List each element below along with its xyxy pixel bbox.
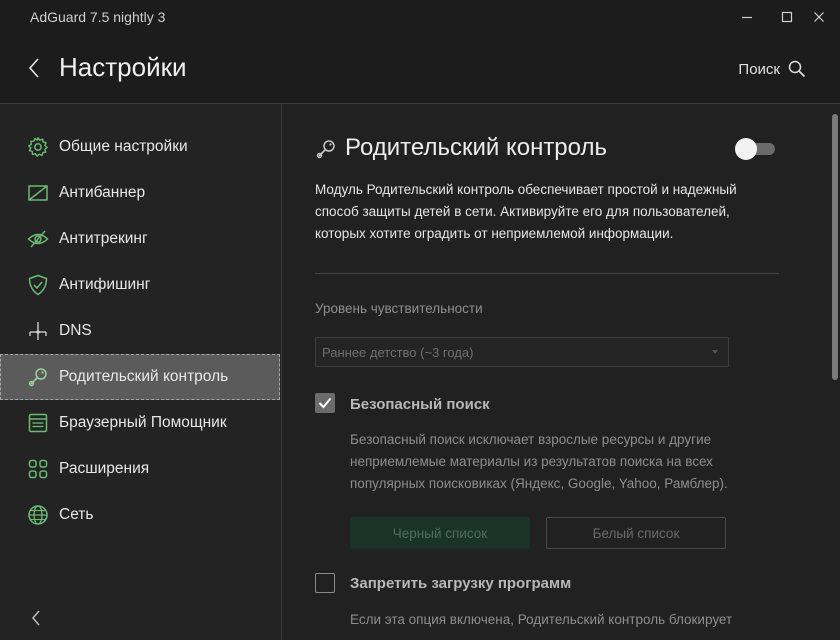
settings-header: Настройки Поиск [0, 34, 840, 104]
module-description-line: способ защиты детей в сети. Активируйте … [315, 204, 730, 219]
sidebar-item-extensions[interactable]: Расширения [0, 446, 280, 492]
extensions-grid-icon [28, 459, 48, 479]
check-icon [318, 397, 332, 409]
sidebar-item-network[interactable]: Сеть [0, 492, 280, 538]
eye-off-icon [27, 230, 49, 248]
maximize-icon[interactable] [776, 6, 798, 28]
module-description-line: которых хотите оградить от неприемлемой … [315, 226, 674, 241]
whitelist-button[interactable]: Белый список [546, 517, 726, 549]
blacklist-button[interactable]: Черный список [350, 517, 530, 549]
sidebar-item-label: Антифишинг [59, 276, 151, 293]
sensitivity-select-value: Раннее детство (~3 года) [322, 345, 474, 360]
sidebar-item-label: Сеть [59, 506, 94, 523]
module-description-line: Модуль Родительский контроль обеспечивае… [315, 182, 737, 197]
gear-icon [28, 137, 48, 157]
sidebar-item-label: Общие настройки [59, 138, 188, 155]
shield-check-icon [28, 274, 48, 296]
block-downloads-title: Запретить загрузку программ [350, 575, 572, 592]
sidebar-item-label: DNS [59, 322, 92, 339]
scrollbar-thumb[interactable] [832, 114, 838, 380]
close-icon[interactable] [808, 6, 830, 28]
no-ads-icon [28, 185, 48, 201]
sidebar-item-dns[interactable]: DNS [0, 308, 280, 354]
dns-network-icon [29, 322, 47, 340]
sidebar-item-parental-control[interactable]: Родительский контроль [0, 354, 280, 400]
parental-control-toggle[interactable] [735, 138, 777, 160]
safe-search-description-line: Безопасный поиск исключает взрослые ресу… [350, 432, 712, 447]
sidebar-item-label: Антитрекинг [59, 230, 148, 247]
sidebar-item-browser-assistant[interactable]: Браузерный Помощник [0, 400, 280, 446]
sidebar: Общие настройки Антибаннер Антитрекинг А… [0, 104, 282, 640]
chevron-left-icon [28, 58, 39, 78]
sidebar-item-label: Антибаннер [59, 184, 146, 201]
safe-search-checkbox[interactable] [315, 393, 335, 413]
safe-search-title: Безопасный поиск [350, 396, 490, 413]
parental-rattle-icon [28, 368, 47, 387]
sidebar-item-general[interactable]: Общие настройки [0, 124, 280, 170]
sidebar-item-label: Браузерный Помощник [59, 414, 227, 431]
sidebar-item-antiphishing[interactable]: Антифишинг [0, 262, 280, 308]
divider [315, 273, 779, 274]
back-button[interactable] [27, 56, 49, 82]
safe-search-description-line: популярных поисковиках (Яндекс, Google, … [350, 476, 728, 491]
window-title: AdGuard 7.5 nightly 3 [30, 9, 166, 25]
minimize-icon[interactable] [736, 6, 758, 28]
search-label: Поиск [738, 60, 780, 78]
sidebar-item-label: Расширения [59, 460, 150, 477]
title-bar: AdGuard 7.5 nightly 3 [0, 0, 840, 34]
parental-control-panel: Родительский контроль Модуль Родительски… [282, 104, 840, 640]
scrollbar[interactable] [830, 104, 840, 640]
browser-window-icon [28, 413, 48, 433]
chevron-left-icon [32, 610, 40, 626]
sensitivity-select[interactable]: Раннее детство (~3 года) [315, 337, 729, 367]
globe-icon [28, 505, 48, 525]
chevron-down-icon [712, 350, 718, 354]
search-button[interactable]: Поиск [738, 56, 806, 82]
toggle-knob [735, 138, 757, 160]
page-title: Настройки [59, 52, 187, 82]
block-downloads-checkbox[interactable] [315, 573, 335, 593]
parental-rattle-icon [316, 140, 335, 159]
sidebar-collapse-button[interactable] [30, 608, 46, 630]
safe-search-description-line: неприемлемые материалы из результатов по… [350, 454, 713, 469]
search-icon [788, 60, 806, 78]
sidebar-item-antibanner[interactable]: Антибаннер [0, 170, 280, 216]
section-title: Родительский контроль [345, 134, 607, 161]
block-downloads-description-line: Если эта опция включена, Родительский ко… [350, 612, 733, 627]
sidebar-item-label: Родительский контроль [59, 368, 229, 385]
sidebar-item-antitracking[interactable]: Антитрекинг [0, 216, 280, 262]
sensitivity-label: Уровень чувствительности [315, 301, 483, 316]
